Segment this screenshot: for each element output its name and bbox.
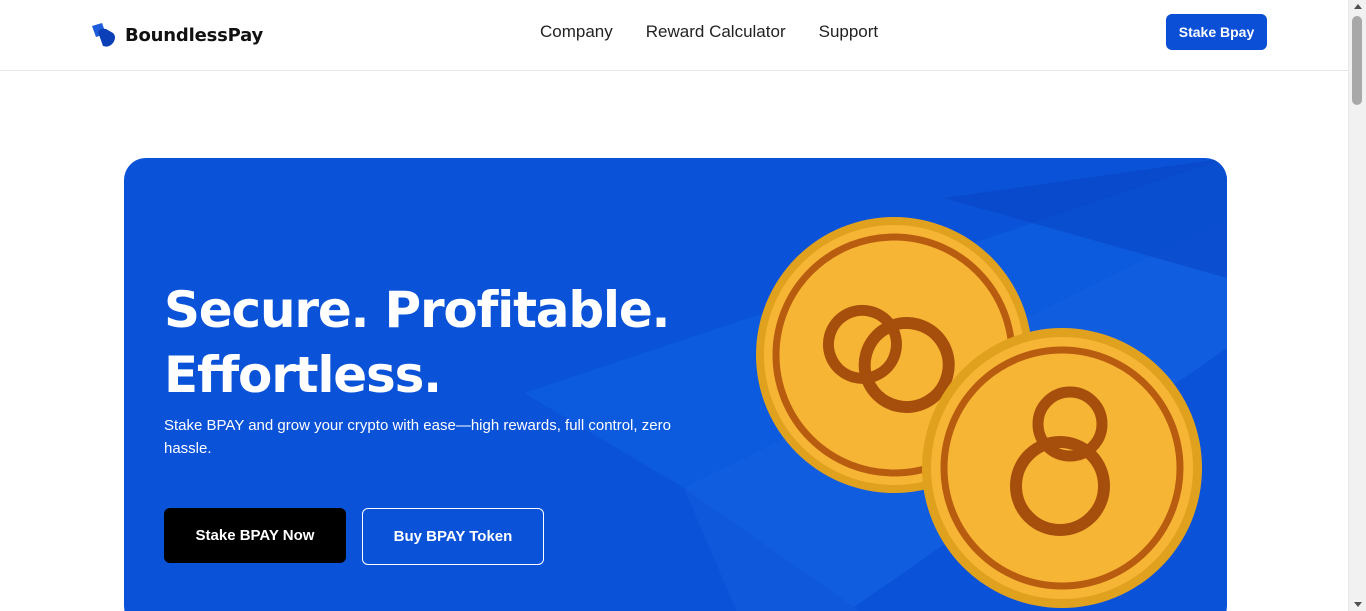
brand-logo[interactable]: BoundlessPay [91, 22, 263, 48]
nav-item-reward-calculator[interactable]: Reward Calculator [646, 22, 786, 42]
scrollbar-thumb[interactable] [1352, 16, 1362, 105]
buy-bpay-token-button[interactable]: Buy BPAY Token [362, 508, 544, 565]
nav-item-support[interactable]: Support [819, 22, 879, 42]
bpay-coins-illustration [756, 217, 1202, 608]
scroll-up-arrow-icon[interactable] [1354, 4, 1362, 9]
hero-title-line-2: Effortless. [164, 346, 442, 404]
site-header: BoundlessPay Company Reward Calculator S… [0, 0, 1348, 71]
hero-title-line-1: Secure. Profitable. [164, 281, 671, 339]
hero-section: Secure. Profitable. Effortless. Stake BP… [124, 158, 1227, 611]
main-nav: Company Reward Calculator Support [540, 22, 878, 42]
brand-logo-icon [92, 23, 115, 47]
stake-bpay-now-button[interactable]: Stake BPAY Now [164, 508, 346, 563]
brand-name: BoundlessPay [125, 24, 264, 46]
hero-title: Secure. Profitable. Effortless. [164, 278, 724, 408]
nav-item-company[interactable]: Company [540, 22, 613, 42]
bpay-coin-front-icon [922, 328, 1202, 608]
hero-subtitle: Stake BPAY and grow your crypto with eas… [164, 417, 671, 457]
scroll-down-arrow-icon[interactable] [1354, 602, 1362, 607]
stake-bpay-button[interactable]: Stake Bpay [1166, 14, 1267, 50]
page-scrollbar[interactable] [1348, 0, 1366, 611]
